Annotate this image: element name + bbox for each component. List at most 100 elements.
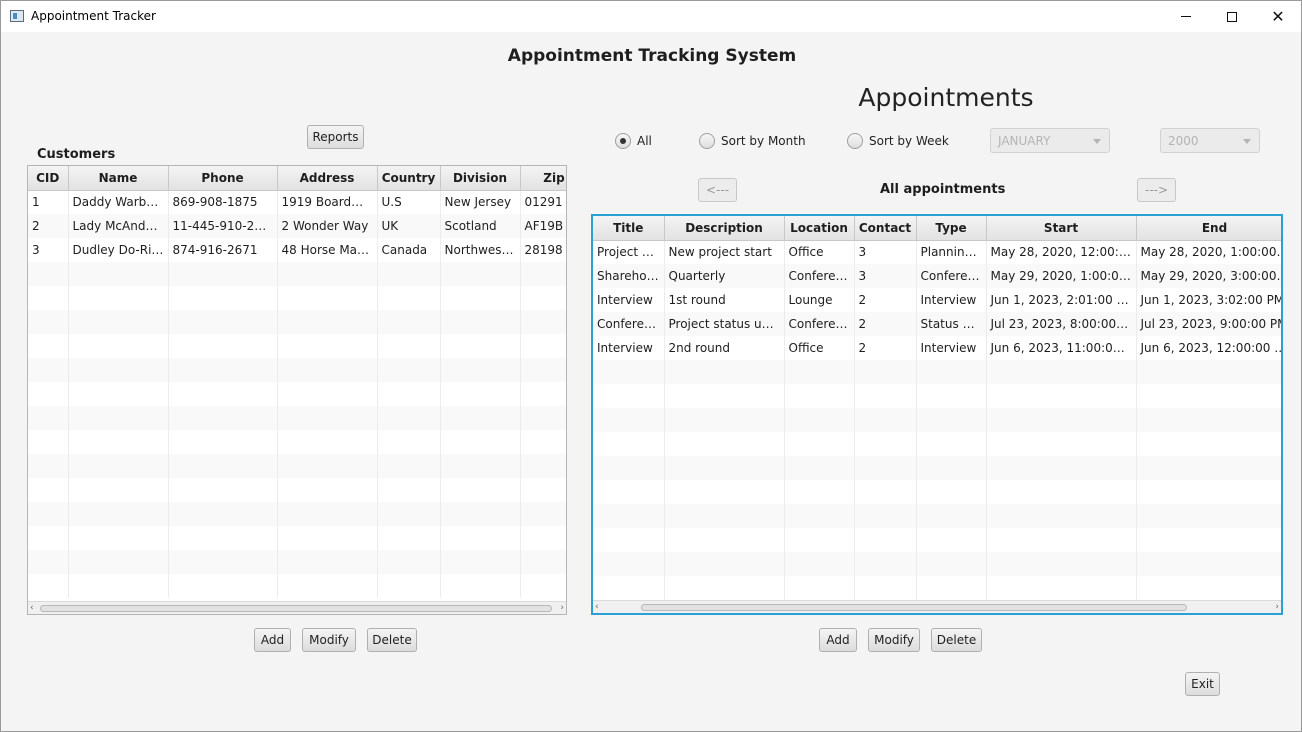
column-header-division[interactable]: Division bbox=[440, 166, 521, 191]
customer-empty-row[interactable] bbox=[28, 430, 566, 454]
previous-period-button[interactable]: <--- bbox=[698, 178, 737, 202]
column-header-end[interactable]: End bbox=[1136, 216, 1281, 241]
scroll-left-icon[interactable]: ‹ bbox=[30, 604, 34, 613]
table-cell bbox=[68, 406, 169, 430]
table-cell: 874-916-2671 bbox=[168, 238, 278, 262]
filter-month-radio[interactable]: Sort by Month bbox=[699, 132, 806, 150]
appointments-table[interactable]: Title Description Location Contact Type Start… bbox=[591, 214, 1283, 615]
appointment-empty-row[interactable] bbox=[593, 408, 1281, 432]
customer-empty-row[interactable] bbox=[28, 526, 566, 550]
column-header-type[interactable]: Type bbox=[916, 216, 987, 241]
scroll-left-icon[interactable]: ‹ bbox=[595, 603, 599, 612]
column-header-location[interactable]: Location bbox=[784, 216, 855, 241]
customer-empty-row[interactable] bbox=[28, 310, 566, 334]
column-header-phone[interactable]: Phone bbox=[168, 166, 278, 191]
appointments-horizontal-scrollbar[interactable]: ‹ › bbox=[593, 600, 1281, 613]
column-header-address[interactable]: Address bbox=[277, 166, 378, 191]
customer-empty-row[interactable] bbox=[28, 382, 566, 406]
customer-row[interactable]: 2 Lady McAnders... 11-445-910-2135 2 Wonder… bbox=[28, 214, 566, 238]
customer-empty-row[interactable] bbox=[28, 550, 566, 574]
column-header-name[interactable]: Name bbox=[68, 166, 169, 191]
maximize-button[interactable] bbox=[1209, 1, 1255, 32]
scroll-right-icon[interactable]: › bbox=[560, 604, 564, 613]
table-cell bbox=[440, 382, 521, 406]
exit-button[interactable]: Exit bbox=[1185, 672, 1220, 696]
table-cell: 869-908-1875 bbox=[168, 190, 278, 214]
table-cell bbox=[277, 286, 378, 310]
table-cell: UK bbox=[377, 214, 441, 238]
customer-add-button[interactable]: Add bbox=[254, 628, 291, 652]
appointment-empty-row[interactable] bbox=[593, 552, 1281, 576]
customers-table[interactable]: CID Name Phone Address Country Division Zip 1D… bbox=[27, 165, 567, 615]
customer-empty-row[interactable] bbox=[28, 286, 566, 310]
table-cell bbox=[277, 358, 378, 382]
column-header-country[interactable]: Country bbox=[377, 166, 441, 191]
table-cell bbox=[168, 286, 278, 310]
filter-week-radio[interactable]: Sort by Week bbox=[847, 132, 949, 150]
customer-empty-row[interactable] bbox=[28, 454, 566, 478]
appointment-row[interactable]: Conference Project status update Conferenc… bbox=[593, 312, 1281, 336]
customer-row[interactable]: 1 Daddy Warbucks 869-908-1875 1919 Boardwal… bbox=[28, 190, 566, 214]
customer-empty-row[interactable] bbox=[28, 358, 566, 382]
appointment-empty-row[interactable] bbox=[593, 480, 1281, 504]
customer-empty-row[interactable] bbox=[28, 334, 566, 358]
table-cell: Planning ... bbox=[916, 240, 987, 264]
customer-delete-button[interactable]: Delete bbox=[367, 628, 417, 652]
appointment-empty-row[interactable] bbox=[593, 576, 1281, 600]
appointment-add-button[interactable]: Add bbox=[819, 628, 857, 652]
appointment-empty-row[interactable] bbox=[593, 456, 1281, 480]
appointment-empty-row[interactable] bbox=[593, 504, 1281, 528]
appointment-empty-row[interactable] bbox=[593, 528, 1281, 552]
table-cell bbox=[168, 358, 278, 382]
table-cell bbox=[440, 454, 521, 478]
table-cell: 11-445-910-2135 bbox=[168, 214, 278, 238]
close-button[interactable]: ✕ bbox=[1255, 1, 1301, 32]
column-header-title[interactable]: Title bbox=[593, 216, 665, 241]
table-cell bbox=[377, 334, 441, 358]
table-cell bbox=[1136, 576, 1281, 600]
chevron-down-icon bbox=[1093, 139, 1101, 144]
reports-button[interactable]: Reports bbox=[307, 125, 364, 149]
table-cell bbox=[854, 384, 917, 408]
month-select[interactable]: JANUARY bbox=[990, 128, 1110, 153]
customers-horizontal-scrollbar[interactable]: ‹ › bbox=[28, 601, 566, 614]
table-cell bbox=[277, 382, 378, 406]
column-header-zip[interactable]: Zip bbox=[520, 166, 566, 191]
table-cell bbox=[520, 262, 566, 286]
table-cell bbox=[440, 334, 521, 358]
table-cell bbox=[986, 360, 1137, 384]
appointment-row[interactable]: Sharehold... Quarterly Conferenc... 3 Confer… bbox=[593, 264, 1281, 288]
table-cell bbox=[520, 526, 566, 550]
customer-empty-row[interactable] bbox=[28, 478, 566, 502]
customer-modify-button[interactable]: Modify bbox=[302, 628, 356, 652]
column-header-cid[interactable]: CID bbox=[28, 166, 69, 191]
next-period-button[interactable]: ---> bbox=[1137, 178, 1176, 202]
appointment-empty-row[interactable] bbox=[593, 384, 1281, 408]
appointment-delete-button[interactable]: Delete bbox=[931, 628, 982, 652]
appointment-modify-button[interactable]: Modify bbox=[868, 628, 920, 652]
minimize-button[interactable] bbox=[1163, 1, 1209, 32]
column-header-start[interactable]: Start bbox=[986, 216, 1137, 241]
customer-empty-row[interactable] bbox=[28, 502, 566, 526]
appointment-empty-row[interactable] bbox=[593, 432, 1281, 456]
appointment-row[interactable]: Interview 1st round Lounge 2 Interview Jun 1,… bbox=[593, 288, 1281, 312]
appointment-row[interactable]: Project pl... New project start Office 3 Pla… bbox=[593, 240, 1281, 264]
appointment-empty-row[interactable] bbox=[593, 360, 1281, 384]
table-cell bbox=[520, 502, 566, 526]
customer-empty-row[interactable] bbox=[28, 406, 566, 430]
scroll-right-icon[interactable]: › bbox=[1275, 603, 1279, 612]
year-select[interactable]: 2000 bbox=[1160, 128, 1260, 153]
customer-empty-row[interactable] bbox=[28, 574, 566, 598]
filter-all-radio[interactable]: All bbox=[615, 132, 652, 150]
appointment-row[interactable]: Interview 2nd round Office 2 Interview Jun 6,… bbox=[593, 336, 1281, 360]
table-cell bbox=[28, 286, 69, 310]
column-header-contact[interactable]: Contact bbox=[854, 216, 917, 241]
customer-row[interactable]: 3 Dudley Do-Right 874-916-2671 48 Horse Man… bbox=[28, 238, 566, 262]
column-header-description[interactable]: Description bbox=[664, 216, 785, 241]
table-cell bbox=[28, 574, 69, 598]
scroll-thumb[interactable] bbox=[641, 604, 1187, 611]
table-cell: May 28, 2020, 1:00:00 PM bbox=[1136, 240, 1281, 264]
scroll-thumb[interactable] bbox=[40, 605, 552, 612]
table-cell bbox=[784, 456, 855, 480]
customer-empty-row[interactable] bbox=[28, 262, 566, 286]
